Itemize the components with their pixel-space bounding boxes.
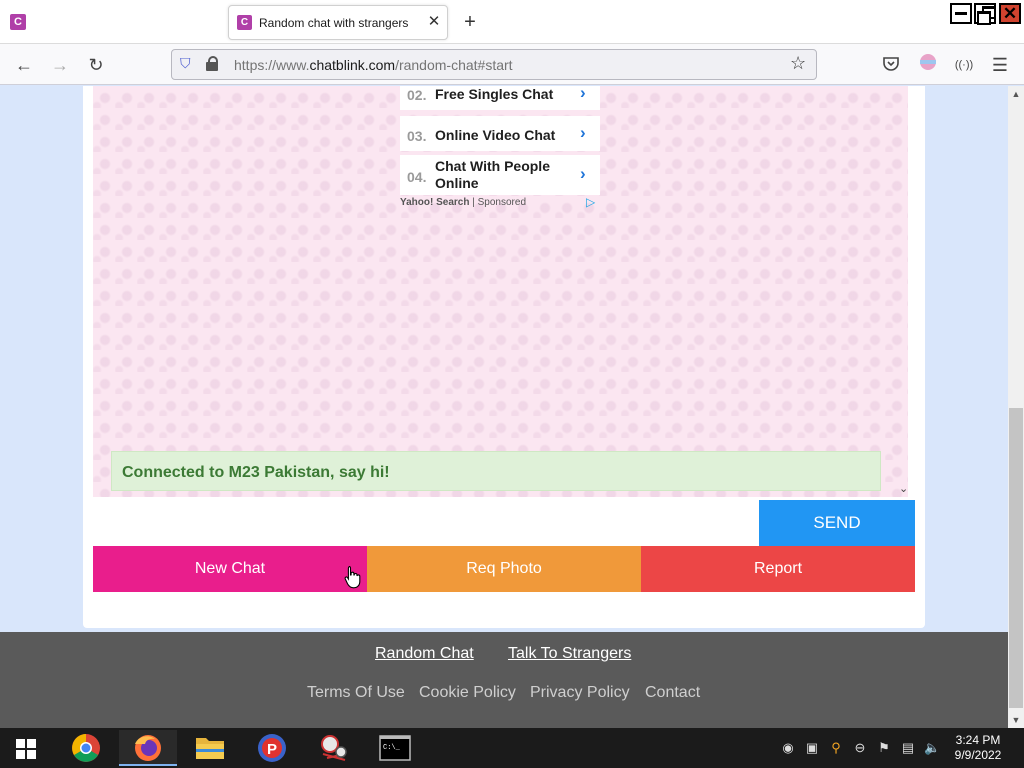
forward-arrow-icon[interactable]: → (47, 52, 73, 78)
footer-link-random-chat[interactable]: Random Chat (375, 645, 474, 663)
ad-item-number: 02. (407, 87, 427, 103)
site-footer: Random Chat Talk To Strangers Terms Of U… (0, 632, 1008, 728)
paint-icon[interactable]: P (243, 730, 301, 766)
favicon-icon: C (237, 15, 252, 30)
ad-item[interactable]: 03. Online Video Chat › (400, 116, 600, 151)
back-arrow-icon[interactable]: ← (11, 52, 37, 78)
url-domain: chatblink.com (309, 57, 396, 73)
adchoices-icon[interactable]: ▷ (586, 195, 595, 209)
scroll-down-icon[interactable]: ▼ (1008, 712, 1024, 728)
bookmark-star-icon[interactable]: ☆ (790, 53, 806, 74)
url-text[interactable]: https://www.chatblink.com/random-chat#st… (234, 57, 513, 73)
tracking-shield-icon[interactable]: ⛉ (180, 55, 191, 72)
send-button[interactable]: SEND (759, 500, 915, 546)
new-tab-icon[interactable]: + (458, 10, 482, 34)
chat-messages-area[interactable]: 02. Free Singles Chat › 03. Online Video… (93, 86, 908, 497)
web-page: 02. Free Singles Chat › 03. Online Video… (0, 86, 1008, 728)
tab-active[interactable]: C Random chat with strangers ✕ (228, 5, 448, 40)
address-bar[interactable]: ⛉ https://www.chatblink.com/random-chat#… (171, 49, 817, 80)
ad-item-label: Chat With People Online (435, 158, 550, 191)
clock-date: 9/9/2022 (954, 748, 1002, 762)
terminal-icon[interactable]: C:\_ (367, 730, 425, 766)
tray-sync-icon[interactable]: ⊖ (852, 740, 868, 756)
navigation-bar: ← → ↻ ⛉ https://www.chatblink.com/random… (0, 44, 1024, 85)
req-photo-button[interactable]: Req Photo (367, 546, 641, 592)
url-prefix: https://www. (234, 57, 310, 73)
ad-item-number: 03. (407, 128, 427, 144)
clock-time: 3:24 PM (955, 733, 1001, 747)
chevron-right-icon: › (580, 164, 586, 183)
restore-window-button[interactable] (974, 3, 996, 25)
tray-search-icon[interactable]: ⚲ (828, 740, 844, 756)
report-button[interactable]: Report (641, 546, 915, 592)
ad-sponsored-label: Sponsored (477, 197, 527, 208)
firefox-icon[interactable] (119, 730, 177, 766)
svg-text:C:\_: C:\_ (383, 744, 401, 752)
ad-item[interactable]: 04. Chat With People Online › (400, 155, 600, 195)
windows-taskbar: P C:\_ ◉ ▣ ⚲ ⊖ ⚑ ▤ 🔈 3:24 PM 9/9/2022 (0, 728, 1024, 768)
tray-network-icon[interactable]: ▤ (900, 740, 916, 756)
chevron-right-icon: › (580, 86, 586, 102)
lock-icon[interactable] (206, 56, 218, 71)
tray-display-icon[interactable]: ▣ (804, 740, 820, 756)
network-icon[interactable] (305, 730, 363, 766)
file-explorer-icon[interactable] (181, 730, 239, 766)
footer-link-terms[interactable]: Terms Of Use (307, 684, 405, 702)
status-message-text: Connected to M23 Pakistan, say hi! (122, 464, 390, 481)
app-menu-icon[interactable]: C (10, 14, 26, 30)
connection-status-message: Connected to M23 Pakistan, say hi! (111, 451, 881, 491)
chat-card: 02. Free Singles Chat › 03. Online Video… (83, 86, 925, 628)
tray-people-icon[interactable]: ◉ (780, 740, 796, 756)
tab-title: Random chat with strangers (259, 16, 409, 30)
chevron-down-icon[interactable]: ⌄ (899, 482, 908, 495)
tray-flag-icon[interactable]: ⚑ (876, 740, 892, 756)
scroll-up-icon[interactable]: ▲ (1008, 86, 1024, 102)
page-scrollbar[interactable]: ▲ ▼ (1008, 86, 1024, 728)
scrollbar-thumb[interactable] (1009, 408, 1023, 708)
ad-item-number: 04. (407, 169, 427, 185)
ad-item[interactable]: 02. Free Singles Chat › (400, 86, 600, 110)
reload-icon[interactable]: ↻ (83, 52, 109, 78)
minimize-window-button[interactable] (950, 3, 972, 24)
footer-link-cookie-policy[interactable]: Cookie Policy (419, 684, 516, 702)
ad-item-label: Online Video Chat (435, 127, 556, 143)
windows-start-icon[interactable] (16, 739, 36, 759)
url-path: /random-chat#start (395, 57, 513, 73)
new-chat-button[interactable]: New Chat (93, 546, 367, 592)
svg-text:P: P (267, 741, 277, 758)
tab-bar: C C Random chat with strangers ✕ + ✕ (0, 0, 1024, 44)
pocket-icon[interactable] (878, 52, 904, 78)
extensions-icon[interactable]: ((·)) (951, 52, 977, 78)
hamburger-menu-icon[interactable]: ☰ (987, 52, 1013, 78)
footer-link-contact[interactable]: Contact (645, 684, 700, 702)
account-avatar-icon[interactable] (915, 52, 941, 78)
close-window-button[interactable]: ✕ (999, 3, 1021, 24)
footer-link-privacy-policy[interactable]: Privacy Policy (530, 684, 630, 702)
chevron-right-icon: › (580, 123, 586, 142)
message-input[interactable] (93, 500, 759, 546)
hand-cursor-icon (344, 565, 361, 589)
chrome-icon[interactable] (57, 730, 115, 766)
footer-link-talk-to-strangers[interactable]: Talk To Strangers (508, 645, 631, 663)
close-tab-icon[interactable]: ✕ (425, 12, 443, 32)
ad-provider: Yahoo! Search (400, 197, 470, 208)
sponsored-ad-block: 02. Free Singles Chat › 03. Online Video… (400, 86, 600, 212)
tray-volume-icon[interactable]: 🔈 (924, 740, 940, 756)
ad-separator: | (472, 197, 475, 208)
ad-attribution: Yahoo! Search | Sponsored (400, 197, 526, 208)
ad-item-label: Free Singles Chat (435, 86, 554, 102)
system-clock[interactable]: 3:24 PM 9/9/2022 (946, 733, 1010, 763)
